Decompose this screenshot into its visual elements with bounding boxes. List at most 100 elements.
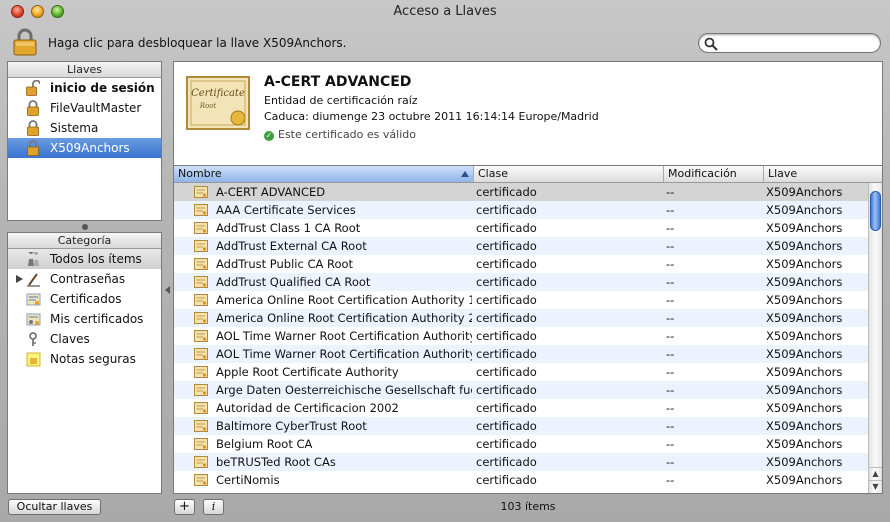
table-row[interactable]: Arge Daten Oesterreichische Gesellschaft… (174, 381, 868, 399)
cell-name: AAA Certificate Services (216, 203, 356, 217)
category-item-mis-certificados[interactable]: Mis certificados (8, 309, 161, 329)
category-item-claves[interactable]: Claves (8, 329, 161, 349)
certificate-icon (194, 294, 208, 306)
cell-keychain: X509Anchors (766, 185, 843, 199)
keychain-label: FileVaultMaster (50, 101, 142, 115)
cell-modified: -- (666, 329, 675, 343)
split-handle-icon[interactable] (165, 285, 170, 295)
keychain-item-sistema[interactable]: Sistema (8, 118, 161, 138)
cell-name: America Online Root Certification Author… (216, 293, 472, 307)
certificate-icon (194, 474, 208, 486)
search-input[interactable] (721, 35, 873, 51)
cell-modified: -- (666, 311, 675, 325)
cell-class: certificado (476, 455, 537, 469)
cell-class: certificado (476, 311, 537, 325)
scroll-down-arrow-icon[interactable]: ▼ (869, 480, 882, 493)
certificate-icon (194, 402, 208, 414)
cell-name: Apple Root Certificate Authority (216, 365, 399, 379)
scroll-up-arrow-icon[interactable]: ▲ (869, 467, 882, 480)
scrollbar-thumb[interactable] (870, 191, 881, 231)
cell-modified: -- (666, 257, 675, 271)
certificate-icon (194, 276, 208, 288)
column-header-llave[interactable]: Llave (764, 166, 882, 182)
certificate-type: Entidad de certificación raíz (264, 94, 418, 107)
locked-icon (27, 100, 39, 116)
table-row[interactable]: AddTrust Qualified CA Root certificado -- X… (174, 273, 868, 291)
table-row[interactable]: America Online Root Certification Author… (174, 291, 868, 309)
category-item-certificados[interactable]: Certificados (8, 289, 161, 309)
keychain-access-window: Acceso a Llaves Haga clic para desbloque… (0, 0, 890, 522)
cell-keychain: X509Anchors (766, 329, 843, 343)
keychain-item-x509anchors[interactable]: X509Anchors (8, 138, 161, 158)
cell-keychain: X509Anchors (766, 239, 843, 253)
certificate-icon (194, 240, 208, 252)
cell-class: certificado (476, 185, 537, 199)
category-item-notas-seguras[interactable]: Notas seguras (8, 349, 161, 369)
category-label: Notas seguras (50, 352, 136, 366)
table-row[interactable]: AAA Certificate Services certificado -- X50… (174, 201, 868, 219)
cell-modified: -- (666, 383, 675, 397)
unlock-message[interactable]: Haga clic para desbloquear la llave X509… (48, 36, 346, 50)
table-row[interactable]: Apple Root Certificate Authority certific… (174, 363, 868, 381)
table-row[interactable]: A-CERT ADVANCED certificado -- X509Anchors (174, 183, 868, 201)
cell-class: certificado (476, 383, 537, 397)
certificate-icon (194, 222, 208, 234)
keychain-item-inicio-de-sesi-n[interactable]: inicio de sesión (8, 78, 161, 98)
table-row[interactable]: Autoridad de Certificacion 2002 certifica… (174, 399, 868, 417)
hide-keychains-button[interactable]: Ocultar llaves (8, 499, 101, 515)
category-label: Mis certificados (50, 312, 144, 326)
cell-name: Baltimore CyberTrust Root (216, 419, 367, 433)
cell-class: certificado (476, 239, 537, 253)
certificate-thumb-word: Certificate (191, 88, 245, 99)
cell-name: AddTrust External CA Root (216, 239, 367, 253)
cell-class: certificado (476, 329, 537, 343)
table-row[interactable]: CertiNomis certificado -- X509Anchors (174, 471, 868, 489)
table-row[interactable]: Belgium Root CA certificado -- X509Anchors (174, 435, 868, 453)
cell-modified: -- (666, 365, 675, 379)
cell-modified: -- (666, 185, 675, 199)
certificate-icon (194, 204, 208, 216)
keychains-header: Llaves (8, 62, 161, 78)
cell-modified: -- (666, 347, 675, 361)
categories-header: Categoría (8, 233, 161, 249)
cell-class: certificado (476, 275, 537, 289)
column-header-modificacion[interactable]: Modificación (664, 166, 764, 182)
cell-keychain: X509Anchors (766, 347, 843, 361)
category-label: Certificados (50, 292, 122, 306)
table-body: A-CERT ADVANCED certificado -- X509Anchors A… (174, 183, 868, 489)
table-row[interactable]: Baltimore CyberTrust Root certificado -- X5… (174, 417, 868, 435)
cell-name: AddTrust Public CA Root (216, 257, 354, 271)
table-row[interactable]: AOL Time Warner Root Certification Autho… (174, 327, 868, 345)
certificate-title: A-CERT ADVANCED (264, 74, 412, 90)
category-item-todos-los-items[interactable]: Todos los ítems (8, 249, 161, 269)
table-row[interactable]: AddTrust Class 1 CA Root certificado -- X50… (174, 219, 868, 237)
disclosure-triangle-icon[interactable] (16, 275, 23, 283)
cell-modified: -- (666, 221, 675, 235)
categories-list: Categoría Todos los ítems Contraseñas Cert… (7, 232, 162, 494)
cell-class: certificado (476, 437, 537, 451)
pen-icon (27, 273, 40, 287)
bottom-bar: Ocultar llaves + i 103 ítems (0, 496, 890, 522)
cell-keychain: X509Anchors (766, 365, 843, 379)
category-item-contrasenas[interactable]: Contraseñas (8, 269, 161, 289)
search-field[interactable] (698, 33, 881, 53)
lock-icon[interactable] (13, 28, 37, 56)
pane-splitter-handle[interactable] (82, 224, 88, 230)
keychain-item-filevaultmaster[interactable]: FileVaultMaster (8, 98, 161, 118)
table-row[interactable]: America Online Root Certification Author… (174, 309, 868, 327)
cell-keychain: X509Anchors (766, 401, 843, 415)
column-header-nombre[interactable]: Nombre (174, 166, 474, 182)
vertical-scrollbar[interactable]: ▲ ▼ (868, 183, 882, 493)
window-title: Acceso a Llaves (393, 4, 497, 19)
table-row[interactable]: AOL Time Warner Root Certification Autho… (174, 345, 868, 363)
keychain-label: X509Anchors (50, 141, 130, 155)
people-icon (28, 252, 39, 266)
cell-class: certificado (476, 257, 537, 271)
cell-modified: -- (666, 473, 675, 487)
table-row[interactable]: beTRUSTed Root CAs certificado -- X509Ancho… (174, 453, 868, 471)
certificate-icon (194, 438, 208, 450)
column-header-clase[interactable]: Clase (474, 166, 664, 182)
table-row[interactable]: AddTrust External CA Root certificado -- X5… (174, 237, 868, 255)
table-row[interactable]: AddTrust Public CA Root certificado -- X509… (174, 255, 868, 273)
cell-keychain: X509Anchors (766, 419, 843, 433)
